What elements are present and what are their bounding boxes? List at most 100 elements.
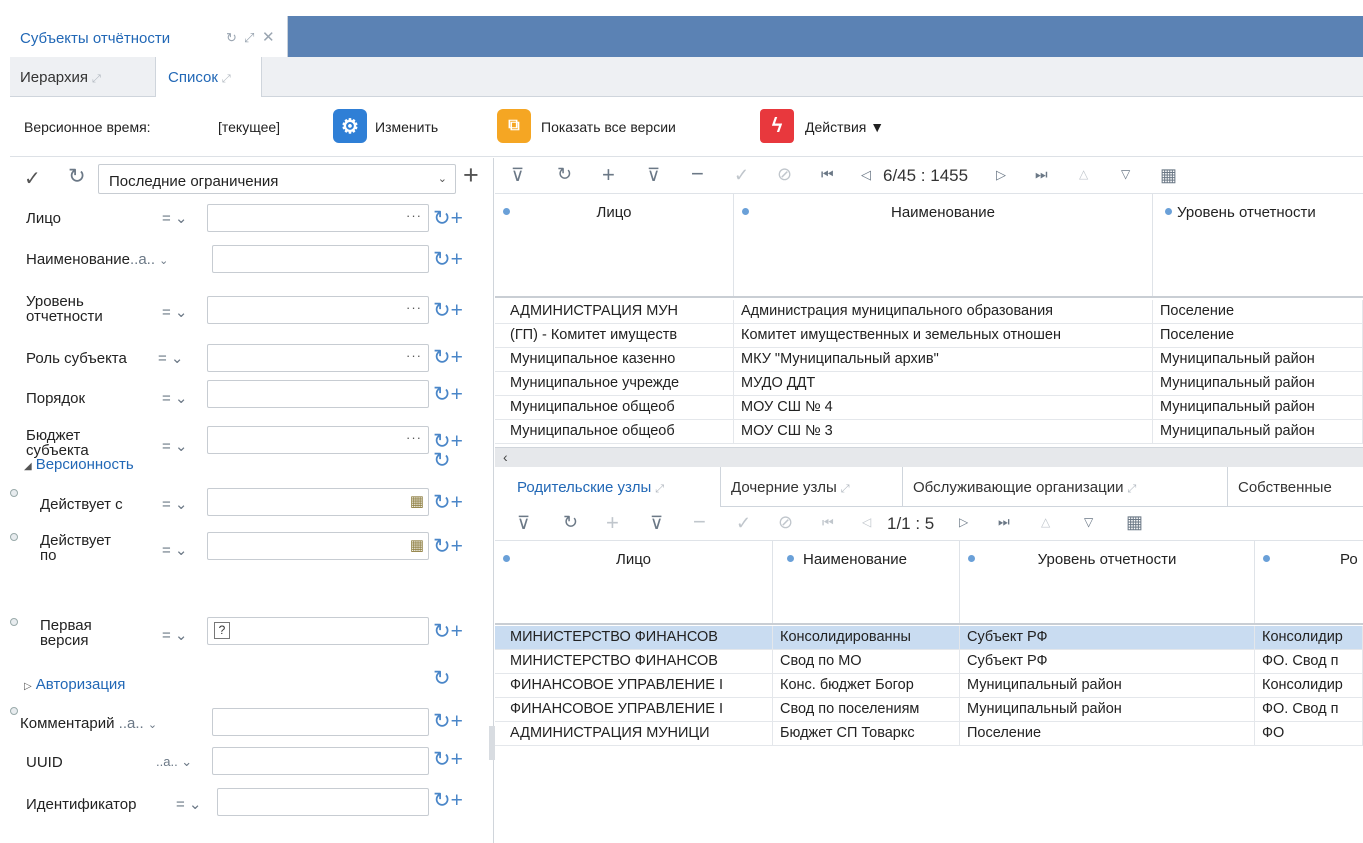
valid-to-input[interactable]: ▦ bbox=[207, 532, 429, 560]
table-row[interactable]: Муниципальное учрежде МУДО ДДТ Муниципальн… bbox=[495, 372, 1363, 396]
table-row[interactable]: ФИНАНСОВОЕ УПРАВЛЕНИЕ I Свод по поселения… bbox=[495, 698, 1363, 722]
reset-add-icons[interactable]: ↻+ bbox=[433, 711, 463, 732]
version-time-value[interactable]: [текущее] bbox=[218, 119, 280, 135]
scroll-left-icon[interactable]: ‹ bbox=[503, 449, 508, 465]
lookup-icon[interactable]: ··· bbox=[406, 348, 422, 363]
gear-icon[interactable]: ⚙ bbox=[333, 109, 367, 143]
reset-add-icons[interactable]: ↻+ bbox=[433, 347, 463, 368]
next-page-icon[interactable]: ▷ bbox=[996, 167, 1006, 183]
table-row[interactable]: МИНИСТЕРСТВО ФИНАНСОВ Консолидированны Суб… bbox=[495, 626, 1363, 650]
filter-icon[interactable]: ⊽ bbox=[517, 513, 530, 534]
tab-hierarchy[interactable]: Иерархия ⤢ bbox=[20, 57, 150, 97]
tab-own[interactable]: Собственные bbox=[1228, 467, 1363, 507]
calendar-icon[interactable]: ▦ bbox=[410, 536, 424, 554]
section-authorization[interactable]: ▷ Авторизация bbox=[24, 676, 125, 693]
move-down-icon[interactable]: ▽ bbox=[1121, 167, 1130, 181]
preset-select[interactable]: Последние ограничения ⌄ bbox=[98, 164, 456, 194]
calendar-icon[interactable]: ▦ bbox=[410, 492, 424, 510]
table-row[interactable]: ФИНАНСОВОЕ УПРАВЛЕНИЕ I Конс. бюджет Бого… bbox=[495, 674, 1363, 698]
doc-tab-subjects[interactable]: Субъекты отчётности ↻ ⤢ ✕ bbox=[10, 16, 288, 57]
section-versioning[interactable]: ◢ Версионность bbox=[24, 456, 134, 473]
tab-list[interactable]: Список ⤢ bbox=[155, 57, 262, 98]
table-row[interactable]: (ГП) - Комитет имуществ Комитет имуществе… bbox=[495, 324, 1363, 348]
operator-value[interactable]: ..a.. bbox=[130, 251, 155, 268]
lookup-icon[interactable]: ··· bbox=[406, 208, 422, 223]
tab-child-nodes[interactable]: Дочерние узлы ⤢ bbox=[721, 467, 903, 507]
reset-add-icons[interactable]: ↻+ bbox=[433, 492, 463, 513]
reset-add-icons[interactable]: ↻+ bbox=[433, 249, 463, 270]
refresh-icon[interactable]: ↻ bbox=[557, 164, 572, 185]
budget-input[interactable]: ··· bbox=[207, 426, 429, 454]
order-input[interactable] bbox=[207, 380, 429, 408]
column-header-name[interactable]: Наименование bbox=[734, 194, 1153, 296]
next-page-icon[interactable]: ▷ bbox=[959, 515, 968, 529]
add-icon[interactable]: + bbox=[602, 162, 615, 188]
column-header-role[interactable]: Ро bbox=[1255, 541, 1363, 623]
operator-select[interactable]: = ⌄ bbox=[162, 495, 188, 513]
grid-settings-icon[interactable]: ▦ bbox=[1126, 512, 1143, 533]
table-row[interactable]: МИНИСТЕРСТВО ФИНАНСОВ Свод по МО Субъект Р… bbox=[495, 650, 1363, 674]
refresh-icon[interactable]: ↻ bbox=[68, 164, 86, 189]
operator-select[interactable]: = ⌄ bbox=[162, 437, 188, 455]
splitter-handle[interactable] bbox=[489, 726, 495, 760]
grid-settings-icon[interactable]: ▦ bbox=[1160, 165, 1177, 186]
identifier-input[interactable] bbox=[217, 788, 429, 816]
reset-add-icons[interactable]: ↻+ bbox=[433, 208, 463, 229]
reset-add-icons[interactable]: ↻+ bbox=[433, 790, 463, 811]
apply-check-icon[interactable]: ✓ bbox=[24, 166, 41, 191]
operator-select[interactable]: = ⌄ bbox=[162, 389, 188, 407]
move-down-icon[interactable]: ▽ bbox=[1084, 515, 1093, 529]
column-header-face[interactable]: Лицо bbox=[495, 194, 734, 296]
close-icon[interactable]: ✕ bbox=[262, 28, 275, 46]
reset-add-icons[interactable]: ↻+ bbox=[433, 300, 463, 321]
uuid-input[interactable] bbox=[212, 747, 429, 775]
operator-select[interactable]: = ⌄ bbox=[162, 541, 188, 559]
table-row[interactable]: Муниципальное общеоб МОУ СШ № 3 Муниципаль… bbox=[495, 420, 1363, 444]
pin-icon[interactable]: ⤢ bbox=[841, 483, 850, 495]
refresh-icon[interactable]: ↻ bbox=[226, 30, 237, 46]
lookup-icon[interactable]: ··· bbox=[406, 430, 422, 445]
column-header-name[interactable]: Наименование bbox=[773, 541, 960, 623]
pin-icon[interactable]: ⤢ bbox=[222, 73, 231, 85]
operator-select[interactable]: = ⌄ bbox=[176, 795, 202, 813]
reset-add-icons[interactable]: ↻+ bbox=[433, 749, 463, 770]
table-row[interactable]: Муниципальное казенно МКУ "Муниципальный … bbox=[495, 348, 1363, 372]
horizontal-scrollbar[interactable]: ‹ bbox=[495, 447, 1363, 467]
expand-icon[interactable]: ⤢ bbox=[244, 30, 254, 46]
copy-filter-icon[interactable]: ⊽ bbox=[647, 165, 660, 186]
add-filter-icon[interactable]: + bbox=[463, 160, 479, 191]
face-input[interactable]: ··· bbox=[207, 204, 429, 232]
operator-select[interactable]: = ⌄ bbox=[162, 209, 188, 227]
last-page-icon[interactable]: ⏭ bbox=[1035, 166, 1048, 183]
first-page-icon[interactable]: ⏮ bbox=[821, 166, 834, 183]
pin-icon[interactable]: ⤢ bbox=[92, 73, 101, 85]
prev-page-icon[interactable]: ◁ bbox=[861, 167, 871, 183]
valid-from-input[interactable]: ▦ bbox=[207, 488, 429, 516]
column-header-level[interactable]: Уровень отчетности bbox=[1153, 194, 1363, 296]
name-input[interactable] bbox=[212, 245, 429, 273]
level-input[interactable]: ··· bbox=[207, 296, 429, 324]
table-row[interactable]: АДМИНИСТРАЦИЯ МУНИЦИ Бюджет СП Товаркс Пос… bbox=[495, 722, 1363, 746]
filter-icon[interactable]: ⊽ bbox=[511, 165, 524, 186]
delete-icon[interactable]: − bbox=[691, 161, 704, 187]
last-page-icon[interactable]: ⏭ bbox=[998, 514, 1010, 530]
operator-select[interactable]: = ⌄ bbox=[162, 303, 188, 321]
tab-parent-nodes[interactable]: Родительские узлы ⤢ bbox=[495, 467, 721, 507]
copy-filter-icon[interactable]: ⊽ bbox=[650, 513, 663, 534]
table-row[interactable]: АДМИНИСТРАЦИЯ МУН Администрация муниципал… bbox=[495, 300, 1363, 324]
refresh-icon[interactable]: ↻ bbox=[563, 512, 578, 533]
reset-add-icons[interactable]: ↻+ bbox=[433, 621, 463, 642]
table-row[interactable]: Муниципальное общеоб МОУ СШ № 4 Муниципаль… bbox=[495, 396, 1363, 420]
pin-icon[interactable]: ⤢ bbox=[1127, 483, 1136, 495]
operator-select[interactable]: ..a.. ⌄ bbox=[156, 754, 192, 770]
operator-select[interactable]: = ⌄ bbox=[162, 626, 188, 644]
first-version-checkbox[interactable]: ? bbox=[207, 617, 429, 645]
refresh-icon[interactable]: ↻ bbox=[433, 450, 451, 471]
lightning-icon[interactable]: ϟ bbox=[760, 109, 794, 143]
operator-value[interactable]: ..a.. bbox=[119, 715, 144, 732]
comment-input[interactable] bbox=[212, 708, 429, 736]
role-input[interactable]: ··· bbox=[207, 344, 429, 372]
column-header-level[interactable]: Уровень отчетности bbox=[960, 541, 1255, 623]
lookup-icon[interactable]: ··· bbox=[406, 300, 422, 315]
column-header-face[interactable]: Лицо bbox=[495, 541, 773, 623]
